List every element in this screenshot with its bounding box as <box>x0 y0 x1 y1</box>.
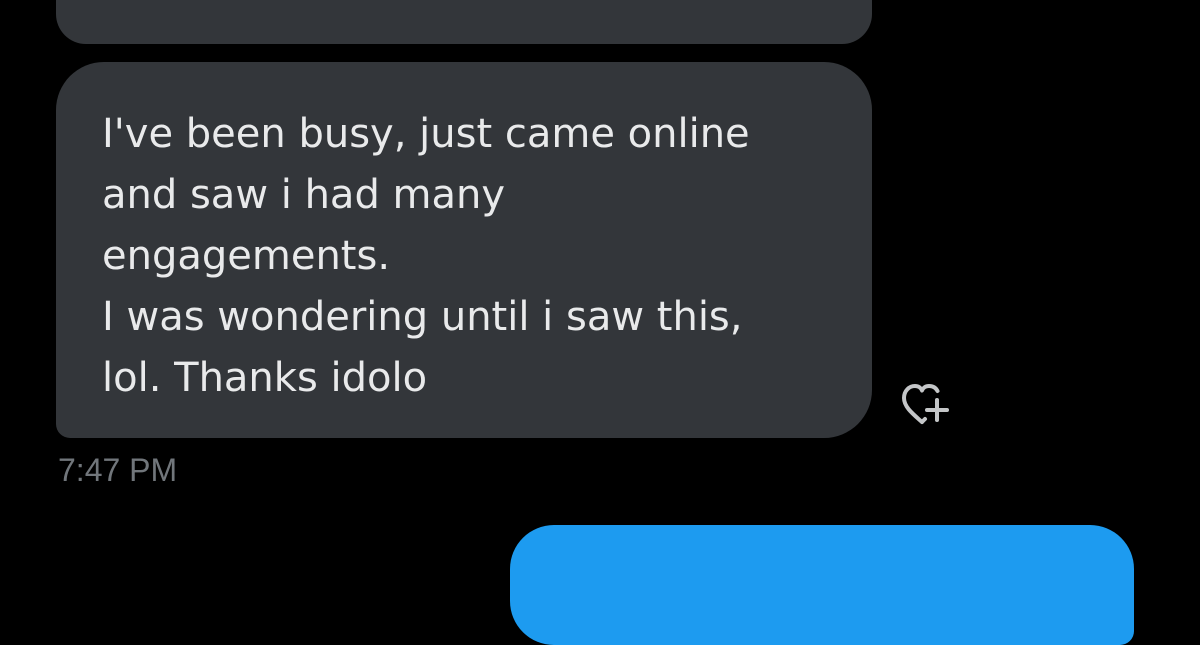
message-text-line: I've been busy, just came online <box>102 111 750 157</box>
previous-message-bubble[interactable] <box>56 0 872 44</box>
message-text-line: and saw i had many <box>102 172 506 218</box>
add-reaction-heart-icon <box>902 384 949 424</box>
message-text-line: I was wondering until i saw this, <box>102 294 743 340</box>
message-text-line: lol. Thanks idolo <box>102 355 428 401</box>
add-reaction-button[interactable] <box>899 380 959 430</box>
sent-message-bubble[interactable] <box>510 525 1134 645</box>
message-timestamp: 7:47 PM <box>58 452 178 488</box>
received-message-bubble[interactable]: I've been busy, just came online and saw… <box>56 62 872 438</box>
message-text-line: engagements. <box>102 233 391 279</box>
